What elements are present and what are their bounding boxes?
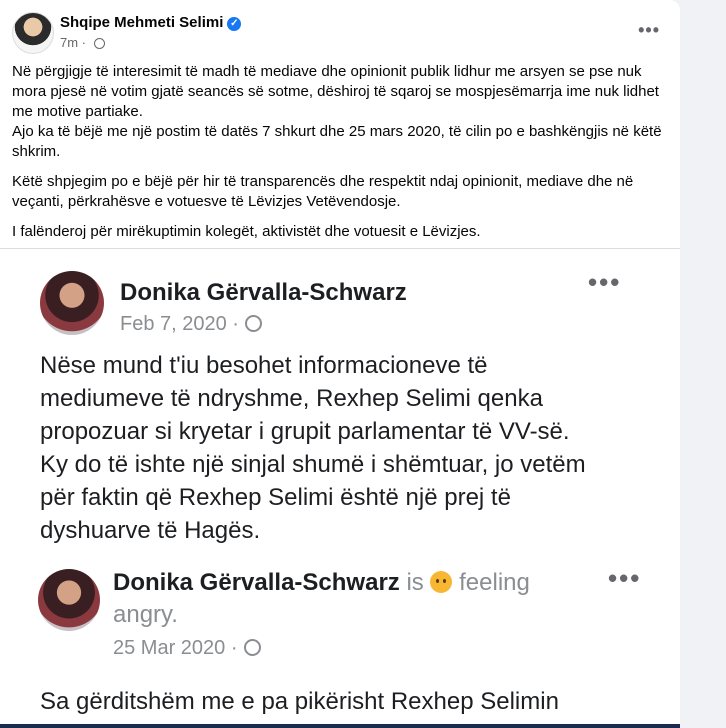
is-text: is <box>406 569 424 596</box>
embedded-author-name: Donika Gërvalla-Schwarz <box>120 279 407 306</box>
mood-text: angry. <box>113 601 178 628</box>
post-paragraph: I falënderoj për mirëkuptimin kolegët, a… <box>12 222 662 242</box>
author-name[interactable]: Shqipe Mehmeti Selimi <box>60 14 223 31</box>
post-paragraph: Në përgjigje të interesimit të madh të m… <box>12 62 662 162</box>
embedded-avatar <box>38 569 100 631</box>
embedded-more-icon: ••• <box>588 267 622 297</box>
post-time[interactable]: 7m <box>60 35 78 50</box>
text-line: mora pjesë në votim gjatë seancës së sot… <box>12 83 659 100</box>
text-line: me motive partiake. <box>12 103 143 120</box>
text-line: shkrim. <box>12 143 61 160</box>
globe-icon <box>93 38 105 49</box>
more-options-icon[interactable]: ••• <box>638 20 660 41</box>
embedded-author-row: Donika Gërvalla-Schwarz is feeling <box>113 569 530 597</box>
text-line: Këtë shpjegim po e bëjë për hir të trans… <box>12 173 634 190</box>
verified-badge-icon: ✓ <box>227 17 242 31</box>
post-header: Shqipe Mehmeti Selimi ✓ 7m · ••• <box>12 12 668 56</box>
post-body: Në përgjigje të interesimit të madh të m… <box>12 62 662 252</box>
embedded-meta: Feb 7, 2020 · <box>120 313 262 336</box>
embedded-line: për faktin që Rexhep Selimi është një pr… <box>40 484 511 511</box>
embedded-date: 25 Mar 2020 · <box>113 637 238 659</box>
embedded-line: Ky do të ishte një sinjal shumë i shëmtu… <box>40 451 586 478</box>
author-avatar[interactable] <box>12 12 54 54</box>
page-background <box>680 0 726 728</box>
post-paragraph: Këtë shpjegim po e bëjë për hir të trans… <box>12 172 662 212</box>
post-card: Shqipe Mehmeti Selimi ✓ 7m · ••• Në përgj… <box>0 0 680 728</box>
author-name-row: Shqipe Mehmeti Selimi ✓ <box>60 14 242 31</box>
bottom-bar <box>0 724 680 728</box>
embedded-avatar <box>40 271 104 335</box>
embedded-line: Nëse mund t'iu besohet informacioneve të <box>40 352 488 379</box>
text-line: I falënderoj për mirëkuptimin kolegët, a… <box>12 223 481 240</box>
embedded-globe-icon <box>243 639 261 656</box>
post-meta: 7m · <box>60 35 105 50</box>
feeling-text: feeling <box>459 569 530 596</box>
text-line: Ajo ka të bëjë me një postim të datës 7 … <box>12 123 662 140</box>
text-line: Në përgjigje të interesimit të madh të m… <box>12 63 642 80</box>
embedded-line: propozuar si kryetar i grupit parlamenta… <box>40 418 570 445</box>
embedded-date: Feb 7, 2020 · <box>120 313 239 335</box>
attached-screenshot-image[interactable]: Donika Gërvalla-Schwarz Feb 7, 2020 · ••… <box>0 249 680 728</box>
embedded-meta: 25 Mar 2020 · <box>113 637 261 660</box>
embedded-globe-icon <box>244 315 262 332</box>
embedded-post-text: Nëse mund t'iu besohet informacioneve të… <box>40 349 586 547</box>
angry-emoji-icon <box>430 571 453 593</box>
embedded-post-text: Sa gërditshëm me e pa pikërisht Rexhep S… <box>40 685 559 718</box>
embedded-more-icon: ••• <box>608 563 642 593</box>
text-line: veçanti, përkrahësve e votuesve të Lëviz… <box>12 193 401 210</box>
embedded-author-name: Donika Gërvalla-Schwarz <box>113 569 400 596</box>
embedded-line: Sa gërditshëm me e pa pikërisht Rexhep S… <box>40 688 559 715</box>
embedded-line: dyshuarve të Hagës. <box>40 517 261 544</box>
embedded-line: mediumeve të ndryshme, Rexhep Selimi qen… <box>40 385 543 412</box>
